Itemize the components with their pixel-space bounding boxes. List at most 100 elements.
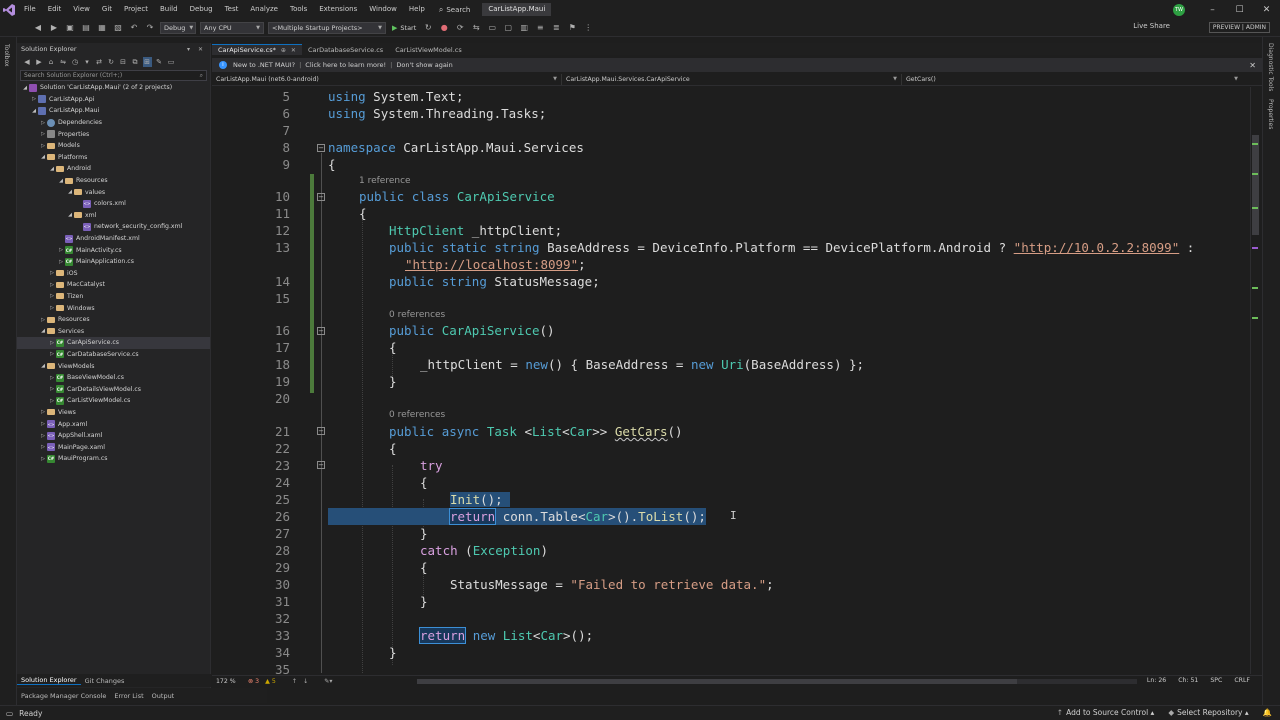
tree-item[interactable]: ▷ Views: [17, 407, 210, 419]
forward-icon[interactable]: ▶: [49, 23, 59, 33]
collapsed-icon[interactable]: ▷: [48, 386, 56, 392]
error-count[interactable]: ⊗ 3: [248, 678, 259, 685]
collapsed-icon[interactable]: ▷: [48, 340, 56, 346]
menu-file[interactable]: File: [18, 0, 42, 19]
expanded-icon[interactable]: ◢: [39, 328, 47, 334]
code-token[interactable]: "http://10.0.2.2:8099": [1014, 240, 1180, 255]
tree-item[interactable]: ◢ Resources: [17, 175, 210, 187]
line-ending-indicator[interactable]: CRLF: [1234, 677, 1250, 684]
tree-item[interactable]: ▷ C# CarDetailsViewModel.cs: [17, 383, 210, 395]
expanded-icon[interactable]: ◢: [21, 85, 29, 91]
filter-icon[interactable]: ⊞: [142, 57, 152, 67]
collapsed-icon[interactable]: ▷: [39, 421, 47, 427]
sync-icon[interactable]: ⇄: [95, 57, 104, 67]
collapsed-icon[interactable]: ▷: [48, 270, 56, 276]
show-all-files-icon[interactable]: ⧉: [131, 57, 140, 67]
expanded-icon[interactable]: ◢: [66, 212, 74, 218]
collapsed-icon[interactable]: ▷: [39, 317, 47, 323]
user-avatar[interactable]: TW: [1173, 3, 1185, 16]
collapsed-icon[interactable]: ▷: [48, 293, 56, 299]
tree-item[interactable]: <> AndroidManifest.xml: [17, 233, 210, 245]
tree-item[interactable]: ▷ C# BaseViewModel.cs: [17, 372, 210, 384]
notifications-icon[interactable]: 🔔: [1263, 708, 1272, 717]
whitespace-indicator[interactable]: SPC: [1210, 677, 1222, 684]
column-indicator[interactable]: Ch: 51: [1178, 677, 1198, 684]
expanded-icon[interactable]: ◢: [30, 108, 38, 114]
properties-tab[interactable]: Properties: [1267, 99, 1274, 129]
bookmark-icon[interactable]: ⚑: [567, 23, 577, 33]
collapsed-icon[interactable]: ▷: [57, 259, 65, 265]
menu-git[interactable]: Git: [96, 0, 118, 19]
tree-item[interactable]: ◢ CarListApp.Maui: [17, 105, 210, 117]
start-button[interactable]: ▶ Start: [392, 24, 416, 32]
menu-debug[interactable]: Debug: [184, 0, 219, 19]
browser-link-icon[interactable]: ⇆: [471, 23, 481, 33]
tree-item[interactable]: <> colors.xml: [17, 198, 210, 210]
codelens-references[interactable]: 0 references: [389, 310, 445, 320]
tree-item[interactable]: ▷ Tizen: [17, 291, 210, 303]
collapsed-icon[interactable]: ▷: [39, 143, 47, 149]
tree-item[interactable]: <> network_security_config.xml: [17, 221, 210, 233]
tree-item[interactable]: ◢ Solution 'CarListApp.Maui' (2 of 2 proj…: [17, 82, 210, 94]
tab-carlistviewmodel[interactable]: CarListViewModel.cs: [389, 44, 468, 55]
tab-carapiservice[interactable]: CarApiService.cs* ⊕ ✕: [212, 44, 302, 55]
tab-package-manager-console[interactable]: Package Manager Console: [17, 692, 110, 700]
tree-item[interactable]: ▷ Resources: [17, 314, 210, 326]
codelens-references[interactable]: 1 reference: [359, 176, 411, 186]
save-all-icon[interactable]: ▧: [113, 23, 123, 33]
collapsed-icon[interactable]: ▷: [48, 375, 56, 381]
collapsed-icon[interactable]: ▷: [39, 433, 47, 439]
close-icon[interactable]: ✕: [1249, 61, 1256, 70]
configuration-select[interactable]: Debug ▼: [160, 21, 196, 34]
toolbox-tab[interactable]: Toolbox: [3, 44, 10, 67]
tree-item[interactable]: ▷ <> MainPage.xaml: [17, 441, 210, 453]
type-dropdown[interactable]: CarListApp.Maui.Services.CarApiService ▼: [562, 73, 902, 85]
code-token[interactable]: "http://localhost:8099": [405, 257, 578, 272]
preview-icon[interactable]: ▭: [167, 57, 176, 67]
collapsed-icon[interactable]: ▷: [48, 305, 56, 311]
tree-item[interactable]: ◢ Android: [17, 163, 210, 175]
tree-item[interactable]: ▷ iOS: [17, 268, 210, 280]
scrollbar-thumb[interactable]: [1252, 135, 1259, 235]
learn-more-link[interactable]: Click here to learn more!: [305, 61, 386, 69]
expanded-icon[interactable]: ◢: [39, 154, 47, 160]
uncomment-icon[interactable]: ≣: [551, 23, 561, 33]
collapsed-icon[interactable]: ▷: [39, 131, 47, 137]
panel-pin-icon[interactable]: ▾ ✕: [187, 46, 206, 53]
tree-item[interactable]: ▷ C# CarApiService.cs: [17, 337, 210, 349]
project-dropdown[interactable]: CarListApp.Maui (net6.0-android) ▼: [212, 73, 562, 85]
open-icon[interactable]: ▤: [81, 23, 91, 33]
collapsed-icon[interactable]: ▷: [48, 398, 56, 404]
expanded-icon[interactable]: ◢: [66, 189, 74, 195]
menu-build[interactable]: Build: [154, 0, 184, 19]
tree-item[interactable]: ▷ MacCatalyst: [17, 279, 210, 291]
save-icon[interactable]: ▦: [97, 23, 107, 33]
tree-item[interactable]: ▷ C# MainApplication.cs: [17, 256, 210, 268]
close-window-button[interactable]: ✕: [1253, 0, 1280, 19]
tree-item[interactable]: ▷ Dependencies: [17, 117, 210, 129]
comment-icon[interactable]: ≡: [535, 23, 545, 33]
menu-help[interactable]: Help: [403, 0, 431, 19]
collapsed-icon[interactable]: ▷: [39, 409, 47, 415]
tree-item[interactable]: ▷ C# MauiProgram.cs: [17, 453, 210, 465]
new-project-icon[interactable]: ▣: [65, 23, 75, 33]
expanded-icon[interactable]: ◢: [48, 166, 56, 172]
code-cleanup-icon[interactable]: ✎▾: [324, 678, 332, 685]
tree-item[interactable]: ▷ C# CarDatabaseService.cs: [17, 349, 210, 361]
expanded-icon[interactable]: ◢: [39, 363, 47, 369]
tab-output[interactable]: Output: [148, 692, 179, 700]
add-to-source-control-button[interactable]: ↑ Add to Source Control ▴: [1057, 708, 1155, 717]
back-icon[interactable]: ◀: [23, 57, 32, 67]
live-share-button[interactable]: Live Share: [1133, 22, 1170, 30]
collapsed-icon[interactable]: ▷: [48, 282, 56, 288]
minimize-button[interactable]: –: [1199, 0, 1226, 19]
collapsed-icon[interactable]: ▷: [48, 351, 56, 357]
menu-project[interactable]: Project: [118, 0, 154, 19]
close-icon[interactable]: ✕: [291, 47, 296, 54]
redo-icon[interactable]: ↷: [145, 23, 155, 33]
menu-tools[interactable]: Tools: [284, 0, 313, 19]
tree-item[interactable]: ▷ C# MainActivity.cs: [17, 244, 210, 256]
tree-item[interactable]: ▷ CarListApp.Api: [17, 94, 210, 106]
maximize-button[interactable]: ☐: [1226, 0, 1253, 19]
editor-horizontal-scrollbar[interactable]: [417, 679, 1137, 684]
